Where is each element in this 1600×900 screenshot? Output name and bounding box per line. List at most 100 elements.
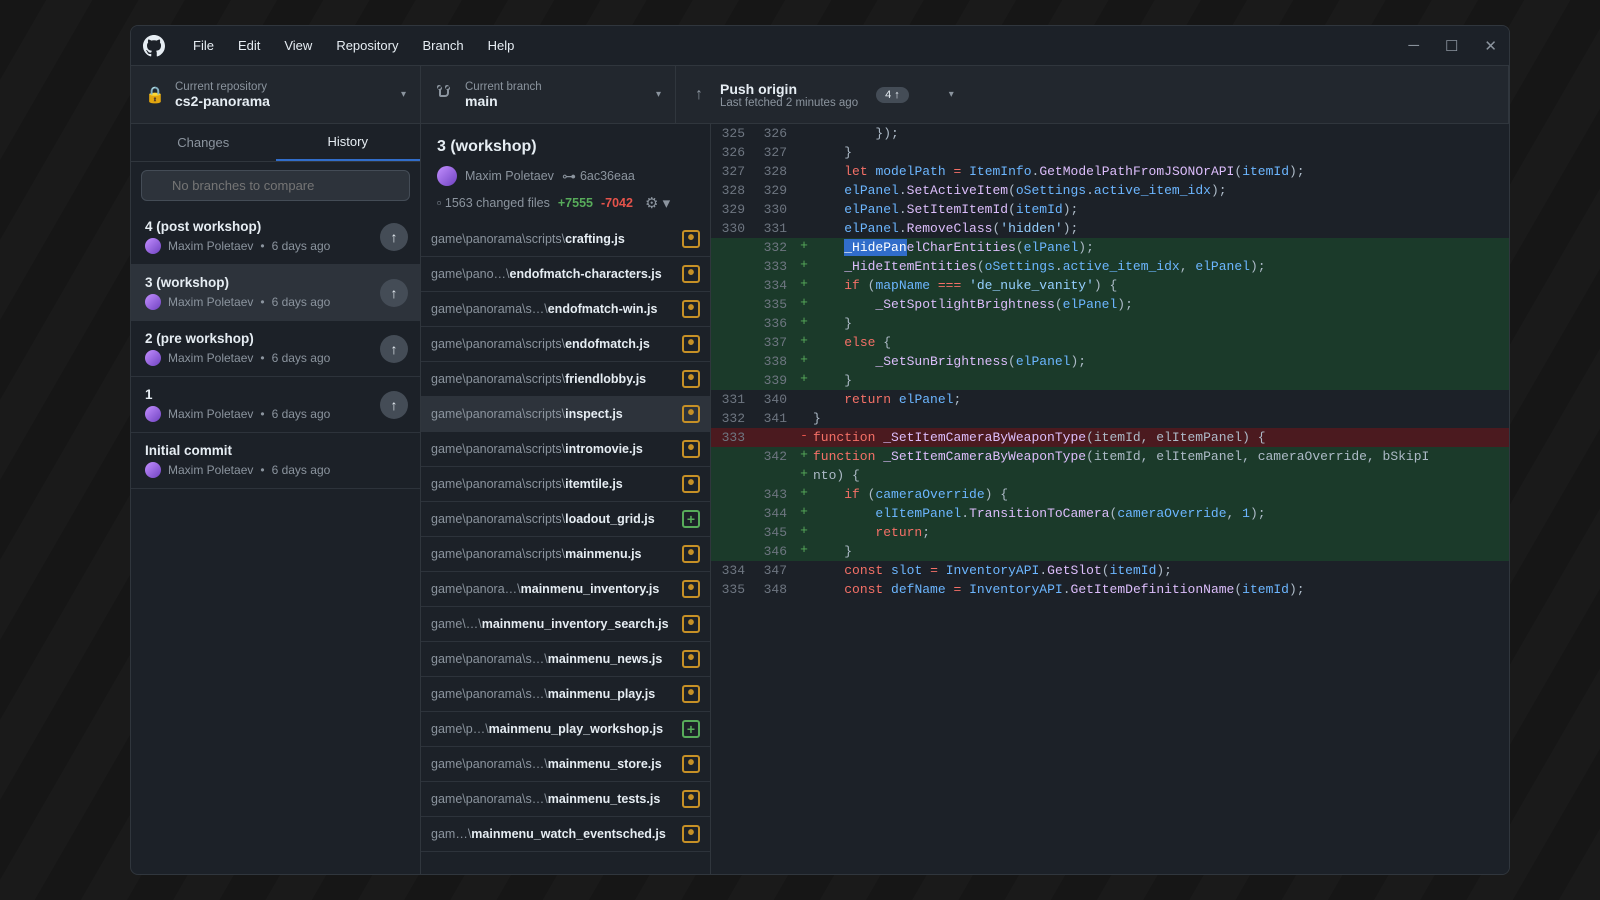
commit-item[interactable]: Initial commit Maxim Poletaev• 6 days ag… <box>131 433 420 489</box>
toolbar: 🔒 Current repository cs2-panorama ▾ Curr… <box>131 66 1509 124</box>
diff-line[interactable]: 335 + _SetSpotlightBrightness(elPanel); <box>711 295 1509 314</box>
repo-selector[interactable]: 🔒 Current repository cs2-panorama ▾ <box>131 66 421 123</box>
file-row[interactable]: game\p…\mainmenu_play_workshop.js <box>421 712 710 747</box>
avatar <box>145 350 161 366</box>
file-row[interactable]: game\panorama\s…\endofmatch-win.js <box>421 292 710 327</box>
push-origin-button[interactable]: ↑ Push origin Last fetched 2 minutes ago… <box>676 66 1509 123</box>
git-branch-icon <box>435 84 453 105</box>
diff-line[interactable]: 333 + _HideItemEntities(oSettings.active… <box>711 257 1509 276</box>
chevron-down-icon: ▾ <box>656 89 661 100</box>
diff-view[interactable]: 325 326 });326 327 }327 328 let modelPat… <box>711 124 1509 874</box>
file-row[interactable]: game\…\mainmenu_inventory_search.js <box>421 607 710 642</box>
avatar <box>145 462 161 478</box>
modified-badge-icon <box>682 440 700 458</box>
diff-line[interactable]: 339 + } <box>711 371 1509 390</box>
modified-badge-icon <box>682 370 700 388</box>
menu-repository[interactable]: Repository <box>326 34 408 57</box>
file-row[interactable]: game\panorama\scripts\mainmenu.js <box>421 537 710 572</box>
modified-badge-icon <box>682 825 700 843</box>
modified-badge-icon <box>682 615 700 633</box>
commit-item[interactable]: 3 (workshop) Maxim Poletaev• 6 days ago↑ <box>131 265 420 321</box>
diff-line[interactable]: 326 327 } <box>711 143 1509 162</box>
added-badge-icon <box>682 510 700 528</box>
additions-count: +7555 <box>558 196 593 210</box>
diff-line[interactable]: 335 348 const defName = InventoryAPI.Get… <box>711 580 1509 599</box>
push-icon: ↑ <box>690 86 708 104</box>
push-count-badge: 4 ↑ <box>876 87 909 103</box>
diff-line[interactable]: 328 329 elPanel.SetActiveItem(oSettings.… <box>711 181 1509 200</box>
file-row[interactable]: game\panorama\s…\mainmenu_tests.js <box>421 782 710 817</box>
avatar <box>437 166 457 186</box>
modified-badge-icon <box>682 790 700 808</box>
file-row[interactable]: game\panorama\scripts\crafting.js <box>421 222 710 257</box>
window-minimize-icon[interactable]: ─ <box>1408 37 1419 55</box>
branch-selector[interactable]: Current branch main ▾ <box>421 66 676 123</box>
unpushed-indicator-icon: ↑ <box>380 335 408 363</box>
avatar <box>145 294 161 310</box>
diff-line[interactable]: 332 341 } <box>711 409 1509 428</box>
commit-item[interactable]: 4 (post workshop) Maxim Poletaev• 6 days… <box>131 209 420 265</box>
file-row[interactable]: game\pano…\endofmatch-characters.js <box>421 257 710 292</box>
unpushed-indicator-icon: ↑ <box>380 223 408 251</box>
file-row[interactable]: game\panorama\scripts\friendlobby.js <box>421 362 710 397</box>
window-maximize-icon[interactable]: ☐ <box>1445 37 1458 55</box>
titlebar: FileEditViewRepositoryBranchHelp ─ ☐ ✕ <box>131 26 1509 66</box>
window-close-icon[interactable]: ✕ <box>1484 37 1497 55</box>
modified-badge-icon <box>682 265 700 283</box>
file-row[interactable]: game\panorama\scripts\loadout_grid.js <box>421 502 710 537</box>
commit-sha[interactable]: 6ac36eaa <box>562 168 635 185</box>
file-row[interactable]: game\panorama\scripts\itemtile.js <box>421 467 710 502</box>
diff-line[interactable]: 336 + } <box>711 314 1509 333</box>
diff-line[interactable]: 325 326 }); <box>711 124 1509 143</box>
modified-badge-icon <box>682 335 700 353</box>
gear-icon[interactable]: ⚙ ▾ <box>645 194 670 212</box>
commit-item[interactable]: 2 (pre workshop) Maxim Poletaev• 6 days … <box>131 321 420 377</box>
menu-view[interactable]: View <box>274 34 322 57</box>
file-list-panel: 3 (workshop) Maxim Poletaev 6ac36eaa ▫ 1… <box>421 124 711 874</box>
diff-line[interactable]: 338 + _SetSunBrightness(elPanel); <box>711 352 1509 371</box>
commit-author: Maxim Poletaev <box>465 169 554 183</box>
diff-line[interactable]: 346 + } <box>711 542 1509 561</box>
menu-file[interactable]: File <box>183 34 224 57</box>
modified-badge-icon <box>682 685 700 703</box>
file-row[interactable]: gam…\mainmenu_watch_eventsched.js <box>421 817 710 852</box>
file-row[interactable]: game\panorama\s…\mainmenu_news.js <box>421 642 710 677</box>
modified-badge-icon <box>682 650 700 668</box>
diff-line[interactable]: 345 + return; <box>711 523 1509 542</box>
diff-line[interactable]: 327 328 let modelPath = ItemInfo.GetMode… <box>711 162 1509 181</box>
branch-compare-input[interactable] <box>141 170 410 201</box>
file-row[interactable]: game\panora…\mainmenu_inventory.js <box>421 572 710 607</box>
chevron-down-icon: ▾ <box>949 89 954 100</box>
diff-line[interactable]: 334 347 const slot = InventoryAPI.GetSlo… <box>711 561 1509 580</box>
diff-line[interactable]: + nto) { <box>711 466 1509 485</box>
diff-line[interactable]: 334 + if (mapName === 'de_nuke_vanity') … <box>711 276 1509 295</box>
tab-history[interactable]: History <box>276 124 421 161</box>
tab-changes[interactable]: Changes <box>131 124 276 161</box>
commit-title: 3 (workshop) <box>437 138 694 156</box>
modified-badge-icon <box>682 545 700 563</box>
file-row[interactable]: game\panorama\scripts\intromovie.js <box>421 432 710 467</box>
menu-edit[interactable]: Edit <box>228 34 270 57</box>
menu-branch[interactable]: Branch <box>412 34 473 57</box>
diff-line[interactable]: 337 + else { <box>711 333 1509 352</box>
deletions-count: -7042 <box>601 196 633 210</box>
diff-line[interactable]: 332 + _HidePanelCharEntities(elPanel); <box>711 238 1509 257</box>
history-sidebar: Changes History ⇅ 4 (post workshop) Maxi… <box>131 124 421 874</box>
diff-line[interactable]: 333 - function _SetItemCameraByWeaponTyp… <box>711 428 1509 447</box>
avatar <box>145 406 161 422</box>
menu-help[interactable]: Help <box>478 34 525 57</box>
file-row[interactable]: game\panorama\scripts\inspect.js <box>421 397 710 432</box>
diff-line[interactable]: 343 + if (cameraOverride) { <box>711 485 1509 504</box>
diff-line[interactable]: 329 330 elPanel.SetItemItemId(itemId); <box>711 200 1509 219</box>
diff-line[interactable]: 331 340 return elPanel; <box>711 390 1509 409</box>
file-row[interactable]: game\panorama\scripts\endofmatch.js <box>421 327 710 362</box>
lock-icon: 🔒 <box>145 85 163 105</box>
diff-line[interactable]: 342 + function _SetItemCameraByWeaponTyp… <box>711 447 1509 466</box>
modified-badge-icon <box>682 755 700 773</box>
commit-item[interactable]: 1 Maxim Poletaev• 6 days ago↑ <box>131 377 420 433</box>
diff-line[interactable]: 344 + elItemPanel.TransitionToCamera(cam… <box>711 504 1509 523</box>
modified-badge-icon <box>682 300 700 318</box>
file-row[interactable]: game\panorama\s…\mainmenu_store.js <box>421 747 710 782</box>
diff-line[interactable]: 330 331 elPanel.RemoveClass('hidden'); <box>711 219 1509 238</box>
file-row[interactable]: game\panorama\s…\mainmenu_play.js <box>421 677 710 712</box>
